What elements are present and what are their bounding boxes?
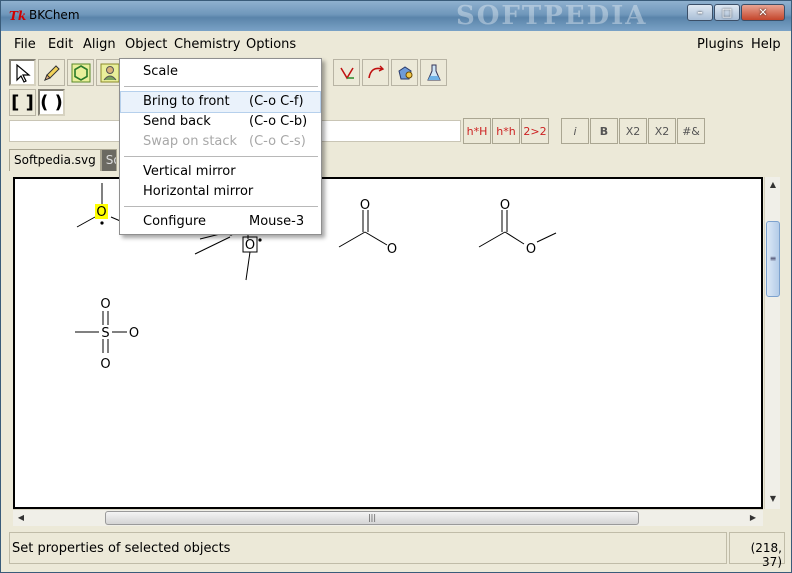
- menu-chemistry[interactable]: Chemistry: [174, 37, 241, 52]
- app-icon: Tk: [9, 9, 27, 23]
- atom-o8: O: [129, 326, 139, 341]
- hexagon-icon: [71, 63, 90, 82]
- menu-item-horizontal-mirror[interactable]: Horizontal mirror: [121, 182, 320, 202]
- menu-item-shortcut: (C-o C-s): [249, 134, 306, 149]
- lone-pair-dot: [100, 221, 104, 225]
- menu-item-vertical-mirror[interactable]: Vertical mirror: [121, 162, 320, 182]
- vertical-scrollbar[interactable]: ▲ ≡ ▼: [764, 177, 780, 509]
- menu-item-bring-to-front[interactable]: Bring to front (C-o C-f): [120, 91, 321, 113]
- menu-item-shortcut: (C-o C-f): [249, 94, 304, 109]
- atom-o9: O: [100, 357, 110, 372]
- tab-softpedia-svg[interactable]: Softpedia.svg: [9, 149, 101, 171]
- horizontal-scrollbar[interactable]: ◀ ||| ▶: [13, 509, 763, 526]
- superscript-button[interactable]: X2: [648, 118, 676, 144]
- subscript-button[interactable]: X2: [619, 118, 647, 144]
- menu-separator: [124, 86, 318, 88]
- tab-second-document[interactable]: Soft: [100, 149, 117, 171]
- scroll-down-icon[interactable]: ▼: [766, 492, 780, 506]
- scroll-left-icon[interactable]: ◀: [14, 511, 28, 525]
- maximize-button[interactable]: □: [714, 4, 740, 21]
- atom-o7: O: [100, 297, 110, 312]
- select-mode-button[interactable]: [9, 59, 36, 86]
- app-window: Tk BKChem SOFTPEDIA – □ ✕ File Edit Alig…: [0, 0, 792, 573]
- pointer-icon: [15, 63, 31, 83]
- menu-separator: [124, 156, 318, 158]
- menu-item-shortcut: (C-o C-b): [249, 114, 308, 129]
- title-bar: Tk BKChem SOFTPEDIA – □ ✕: [1, 1, 791, 31]
- lone-pair-dot: [258, 238, 262, 242]
- bold-button[interactable]: B: [590, 118, 618, 144]
- menu-item-label: Vertical mirror: [143, 164, 236, 179]
- atom-o1: O: [96, 205, 106, 220]
- mark-buttons: h*H h*h 2>2: [463, 118, 549, 144]
- menu-options[interactable]: Options: [246, 37, 296, 52]
- bond-mode-button[interactable]: [333, 59, 360, 86]
- menu-item-label: Configure: [143, 214, 207, 229]
- minimize-button[interactable]: –: [687, 4, 713, 21]
- molecule-acetate: [338, 210, 388, 248]
- menu-help[interactable]: Help: [751, 37, 781, 52]
- template-mode-button[interactable]: [67, 59, 94, 86]
- menu-item-label: Send back: [143, 114, 211, 129]
- menu-separator: [124, 206, 318, 208]
- arrow-mode-button[interactable]: [362, 59, 389, 86]
- menu-item-label: Bring to front: [143, 94, 230, 109]
- curved-arrow-icon: [367, 65, 384, 78]
- atom-o2: O: [245, 238, 255, 253]
- atom-o4: O: [387, 242, 397, 257]
- menu-file[interactable]: File: [14, 37, 36, 52]
- horizontal-scroll-thumb[interactable]: |||: [105, 511, 639, 525]
- mark-hh-button[interactable]: h*h: [492, 118, 520, 144]
- window-controls: – □ ✕: [687, 4, 785, 21]
- menu-align[interactable]: Align: [83, 37, 116, 52]
- atom-o6: O: [526, 242, 536, 257]
- rotate-mode-button[interactable]: [391, 59, 418, 86]
- bracket-toolbar: [ ] ( ): [9, 89, 65, 116]
- menu-bar: File Edit Align Object Chemistry Options…: [1, 34, 791, 56]
- status-message: Set properties of selected objects: [9, 532, 727, 564]
- document-tabs: Softpedia.svg Soft: [9, 149, 117, 171]
- vertical-scroll-thumb[interactable]: ≡: [766, 221, 780, 297]
- minimize-icon: –: [697, 6, 703, 19]
- atom-o3: O: [360, 198, 370, 213]
- molecule-methyl-acetate: [478, 210, 557, 248]
- window-title: BKChem: [29, 8, 80, 22]
- menu-item-configure[interactable]: Configure Mouse-3: [121, 212, 320, 232]
- menu-object[interactable]: Object: [125, 37, 167, 52]
- mark-22-button[interactable]: 2>2: [521, 118, 549, 144]
- atom-o5: O: [500, 198, 510, 213]
- format-buttons: i B X2 X2 #&: [561, 118, 705, 144]
- scroll-right-icon[interactable]: ▶: [746, 511, 760, 525]
- flask-icon: [426, 64, 441, 80]
- close-button[interactable]: ✕: [741, 4, 785, 21]
- bond-icon: [339, 67, 354, 79]
- rotate-icon: [397, 65, 412, 79]
- menu-item-label: Scale: [143, 64, 178, 79]
- menu-item-label: Swap on stack: [143, 134, 238, 149]
- user-icon: [100, 63, 119, 82]
- edit-mode-button[interactable]: [38, 59, 65, 86]
- menu-item-scale[interactable]: Scale: [121, 62, 320, 82]
- pencil-icon: [43, 64, 60, 81]
- atom-s1: S: [101, 326, 109, 341]
- watermark-text: SOFTPEDIA: [456, 1, 648, 31]
- mark-h-button[interactable]: h*H: [463, 118, 491, 144]
- close-icon: ✕: [758, 6, 768, 19]
- menu-item-shortcut: Mouse-3: [249, 214, 305, 229]
- menu-edit[interactable]: Edit: [48, 37, 73, 52]
- menu-plugins[interactable]: Plugins: [697, 37, 744, 52]
- square-bracket-button[interactable]: [ ]: [9, 89, 36, 116]
- menu-item-send-back[interactable]: Send back (C-o C-b): [121, 112, 320, 132]
- misc-mode-button[interactable]: [420, 59, 447, 86]
- object-menu-dropdown: Scale Bring to front (C-o C-f) Send back…: [119, 58, 322, 235]
- italic-button[interactable]: i: [561, 118, 589, 144]
- cursor-coordinates: (218, 37): [729, 532, 785, 569]
- molecule-2: [194, 233, 251, 281]
- maximize-icon: □: [721, 6, 733, 19]
- round-bracket-button[interactable]: ( ): [38, 89, 65, 116]
- menu-item-label: Horizontal mirror: [143, 184, 254, 199]
- special-char-button[interactable]: #&: [677, 118, 705, 144]
- menu-item-swap-on-stack: Swap on stack (C-o C-s): [121, 132, 320, 152]
- scroll-up-icon[interactable]: ▲: [766, 178, 780, 192]
